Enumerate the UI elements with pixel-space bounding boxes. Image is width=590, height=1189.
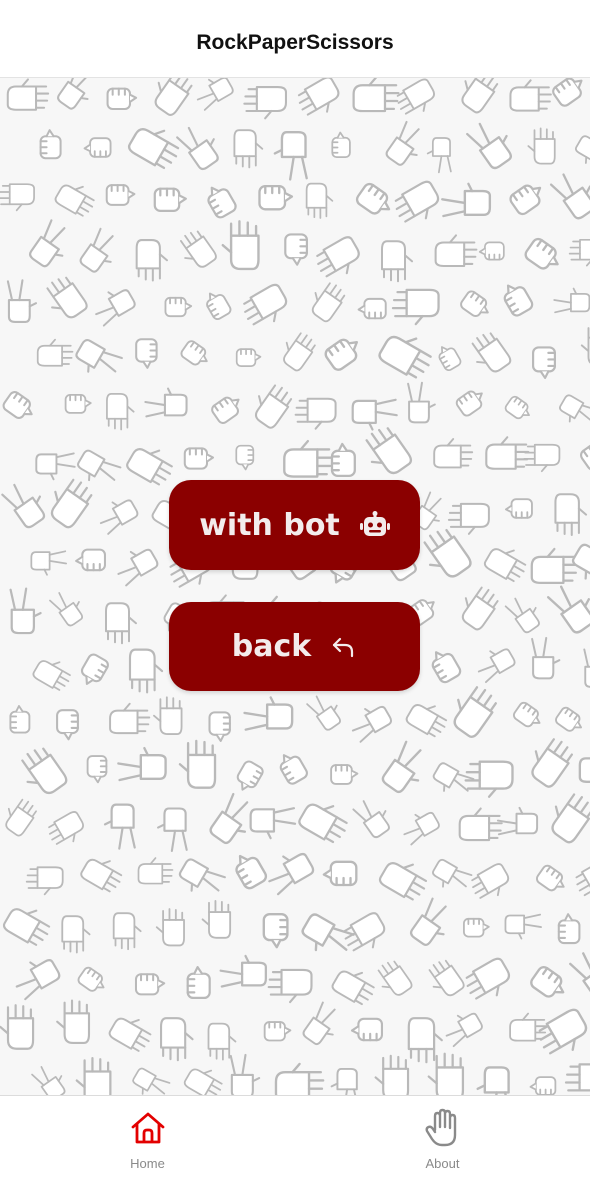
app-header: RockPaperScissors [0,0,590,78]
robot-icon [359,511,390,539]
hand-doodle-pattern [0,78,590,1095]
with-bot-button[interactable]: with bot [169,480,420,570]
back-button[interactable]: back [169,602,420,691]
tab-about-label: About [425,1156,460,1171]
tab-home[interactable]: Home [0,1096,295,1189]
return-arrow-icon [331,635,357,659]
home-icon [130,1108,166,1148]
page-title: RockPaperScissors [196,30,394,54]
hand-icon [424,1108,462,1148]
with-bot-label: with bot [199,507,340,543]
back-label: back [231,629,312,664]
hand-pattern-background [0,78,590,1095]
bottom-tab-bar: Home About [0,1095,590,1189]
tab-about[interactable]: About [295,1096,590,1189]
tab-home-label: Home [130,1156,165,1171]
